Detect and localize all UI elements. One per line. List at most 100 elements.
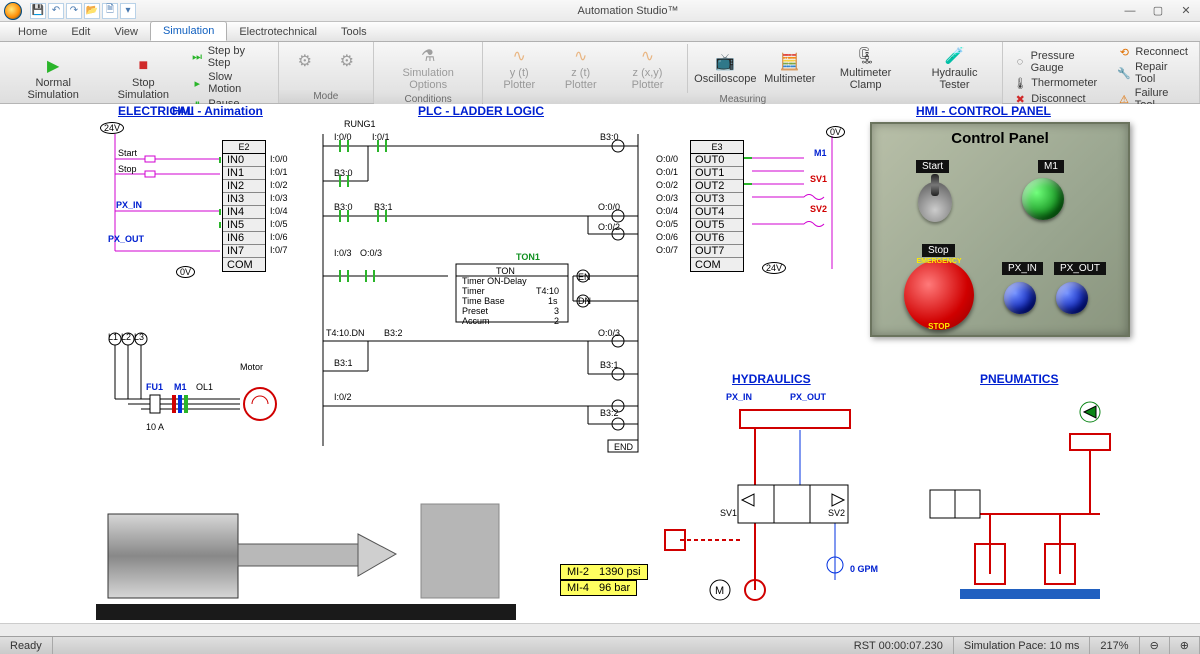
heading-hydraulics: HYDRAULICS — [732, 372, 811, 386]
tab-electrotechnical[interactable]: Electrotechnical — [227, 23, 329, 41]
zoom-in-button[interactable]: ⊕ — [1170, 637, 1200, 654]
label-motor: Motor — [240, 362, 263, 372]
pxout-indicator-lamp — [1056, 282, 1088, 314]
status-pace: Simulation Pace: 10 ms — [954, 637, 1091, 654]
label-sv2: SV2 — [810, 204, 827, 214]
slow-motion-button[interactable]: ▸Slow Motion — [186, 70, 271, 96]
status-zoom: 217% — [1090, 637, 1139, 654]
label-rung1: RUNG1 — [344, 119, 376, 129]
pxin-indicator-lamp — [1004, 282, 1036, 314]
thermometer-button[interactable]: 🌡Thermometer — [1009, 75, 1111, 91]
input-module-e2[interactable]: E2 IN0 IN1 IN2 IN3 IN4 IN5 IN6 IN7 COM — [222, 140, 266, 272]
pressure-gauge-button[interactable]: ◌Pressure Gauge — [1009, 49, 1111, 75]
io-row: OUT4 — [691, 206, 743, 219]
label-l1: L1 — [108, 332, 118, 342]
label-fu1: FU1 — [146, 382, 163, 392]
gear-icon: ⚙ — [337, 51, 357, 71]
qat-redo-icon[interactable]: ↷ — [66, 3, 82, 19]
heading-hmi-panel: HMI - CONTROL PANEL — [916, 104, 1051, 118]
io-row: IN3 — [223, 193, 265, 206]
tab-simulation[interactable]: Simulation — [150, 21, 227, 41]
label-24v: 24V — [762, 262, 786, 274]
zoom-out-button[interactable]: ⊖ — [1140, 637, 1170, 654]
canvas[interactable]: ELECTRICAL PLC - LADDER LOGIC HMI - CONT… — [0, 104, 1200, 636]
addr-label: I:0/6 — [270, 232, 288, 242]
hydraulic-tester-button[interactable]: 🧪Hydraulic Tester — [913, 44, 996, 93]
tab-edit[interactable]: Edit — [59, 23, 102, 41]
group-label: Mode — [279, 90, 373, 103]
measurement-mi4: MI-496 bar — [560, 580, 637, 596]
qat-undo-icon[interactable]: ↶ — [48, 3, 64, 19]
step-by-step-button[interactable]: ⏭Step by Step — [186, 44, 271, 70]
hmi-animation-cylinder — [96, 494, 516, 624]
addr-label: O:0/6 — [656, 232, 678, 242]
ladder-label: TON1 — [516, 252, 540, 262]
oscilloscope-icon: 📺 — [715, 52, 735, 72]
oscilloscope-button[interactable]: 📺Oscilloscope — [691, 44, 759, 93]
ladder-label: TON — [496, 266, 515, 276]
emergency-stop-button[interactable] — [904, 260, 974, 330]
io-row: IN5 — [223, 219, 265, 232]
ladder-label: B3:2 — [384, 328, 403, 338]
qat-new-icon[interactable]: 🗎 — [102, 3, 118, 19]
addr-label: I:0/4 — [270, 206, 288, 216]
ladder-label: B3:0 — [600, 132, 619, 142]
repair-tool-button[interactable]: 🔧Repair Tool — [1113, 60, 1193, 86]
hmi-control-panel[interactable]: Control Panel Start M1 Stop PX_IN PX_OUT — [870, 122, 1130, 337]
ladder-label: T4:10.DN — [326, 328, 365, 338]
label-24v: 24V — [100, 122, 124, 134]
output-module-e3[interactable]: E3 OUT0 OUT1 OUT2 OUT3 OUT4 OUT5 OUT6 OU… — [690, 140, 744, 272]
ribbon-group-conditions: ⚗Simulation Options Conditions — [374, 42, 484, 103]
label-pxin: PX_IN — [116, 200, 142, 210]
io-row: OUT7 — [691, 245, 743, 258]
hydraulics-circuit: M — [660, 390, 890, 620]
ladder-label: I:0/0 — [334, 132, 352, 142]
tab-home[interactable]: Home — [6, 23, 59, 41]
panel-label-pxout: PX_OUT — [1054, 262, 1106, 275]
maximize-button[interactable]: ▢ — [1144, 1, 1172, 21]
label-gpm: 0 GPM — [850, 564, 878, 574]
io-row: OUT0 — [691, 154, 743, 167]
schematic-page[interactable]: ELECTRICAL PLC - LADDER LOGIC HMI - CONT… — [0, 104, 1185, 624]
label-0v: 0V — [826, 126, 845, 138]
zt-plotter-button: ∿z (t) Plotter — [551, 44, 611, 93]
panel-label-m1: M1 — [1038, 160, 1064, 173]
normal-simulation-button[interactable]: ▶Normal Simulation — [6, 44, 100, 112]
tab-view[interactable]: View — [102, 23, 150, 41]
close-button[interactable]: ✕ — [1172, 1, 1200, 21]
label-l2: L2 — [121, 332, 131, 342]
stop-simulation-button[interactable]: ■Stop Simulation — [102, 44, 184, 112]
addr-label: O:0/0 — [656, 154, 678, 164]
qat-more-icon[interactable]: ▾ — [120, 3, 136, 19]
ladder-label: I:0/1 — [372, 132, 390, 142]
label-0v: 0V — [176, 266, 195, 278]
start-toggle-switch[interactable] — [918, 182, 952, 222]
reconnect-button[interactable]: ⟲Reconnect — [1113, 44, 1193, 60]
io-row: COM — [223, 258, 265, 271]
qat-open-icon[interactable]: 📂 — [84, 3, 100, 19]
label-m1-out: M1 — [814, 148, 827, 158]
ladder-label: B3:2 — [600, 408, 619, 418]
label-pxout: PX_OUT — [108, 234, 144, 244]
horizontal-scrollbar[interactable] — [0, 623, 1200, 636]
quick-access-toolbar: 💾 ↶ ↷ 📂 🗎 ▾ — [26, 3, 140, 19]
multimeter-button[interactable]: 🧮Multimeter — [761, 44, 818, 93]
mode-button-1: ⚙ — [285, 44, 325, 90]
ladder-label: O:0/0 — [598, 202, 620, 212]
minimize-button[interactable]: — — [1116, 1, 1144, 21]
ladder-label: O:0/3 — [598, 328, 620, 338]
multimeter-clamp-button[interactable]: 🗜Multimeter Clamp — [820, 44, 911, 93]
addr-label: I:0/0 — [270, 154, 288, 164]
app-title: Automation Studio™ — [140, 5, 1116, 17]
tester-icon: 🧪 — [945, 46, 965, 66]
tab-tools[interactable]: Tools — [329, 23, 379, 41]
ladder-label: O:0/3 — [360, 248, 382, 258]
heading-plc: PLC - LADDER LOGIC — [418, 104, 544, 118]
measurement-mi2: MI-21390 psi — [560, 564, 648, 580]
addr-label: O:0/7 — [656, 245, 678, 255]
ladder-label: B3:1 — [374, 202, 393, 212]
menu-tabs: Home Edit View Simulation Electrotechnic… — [0, 22, 1200, 42]
panel-label-start: Start — [916, 160, 949, 173]
ribbon-group-troubleshooting: ◌Pressure Gauge 🌡Thermometer ✖Disconnect… — [1003, 42, 1200, 103]
qat-save-icon[interactable]: 💾 — [30, 3, 46, 19]
